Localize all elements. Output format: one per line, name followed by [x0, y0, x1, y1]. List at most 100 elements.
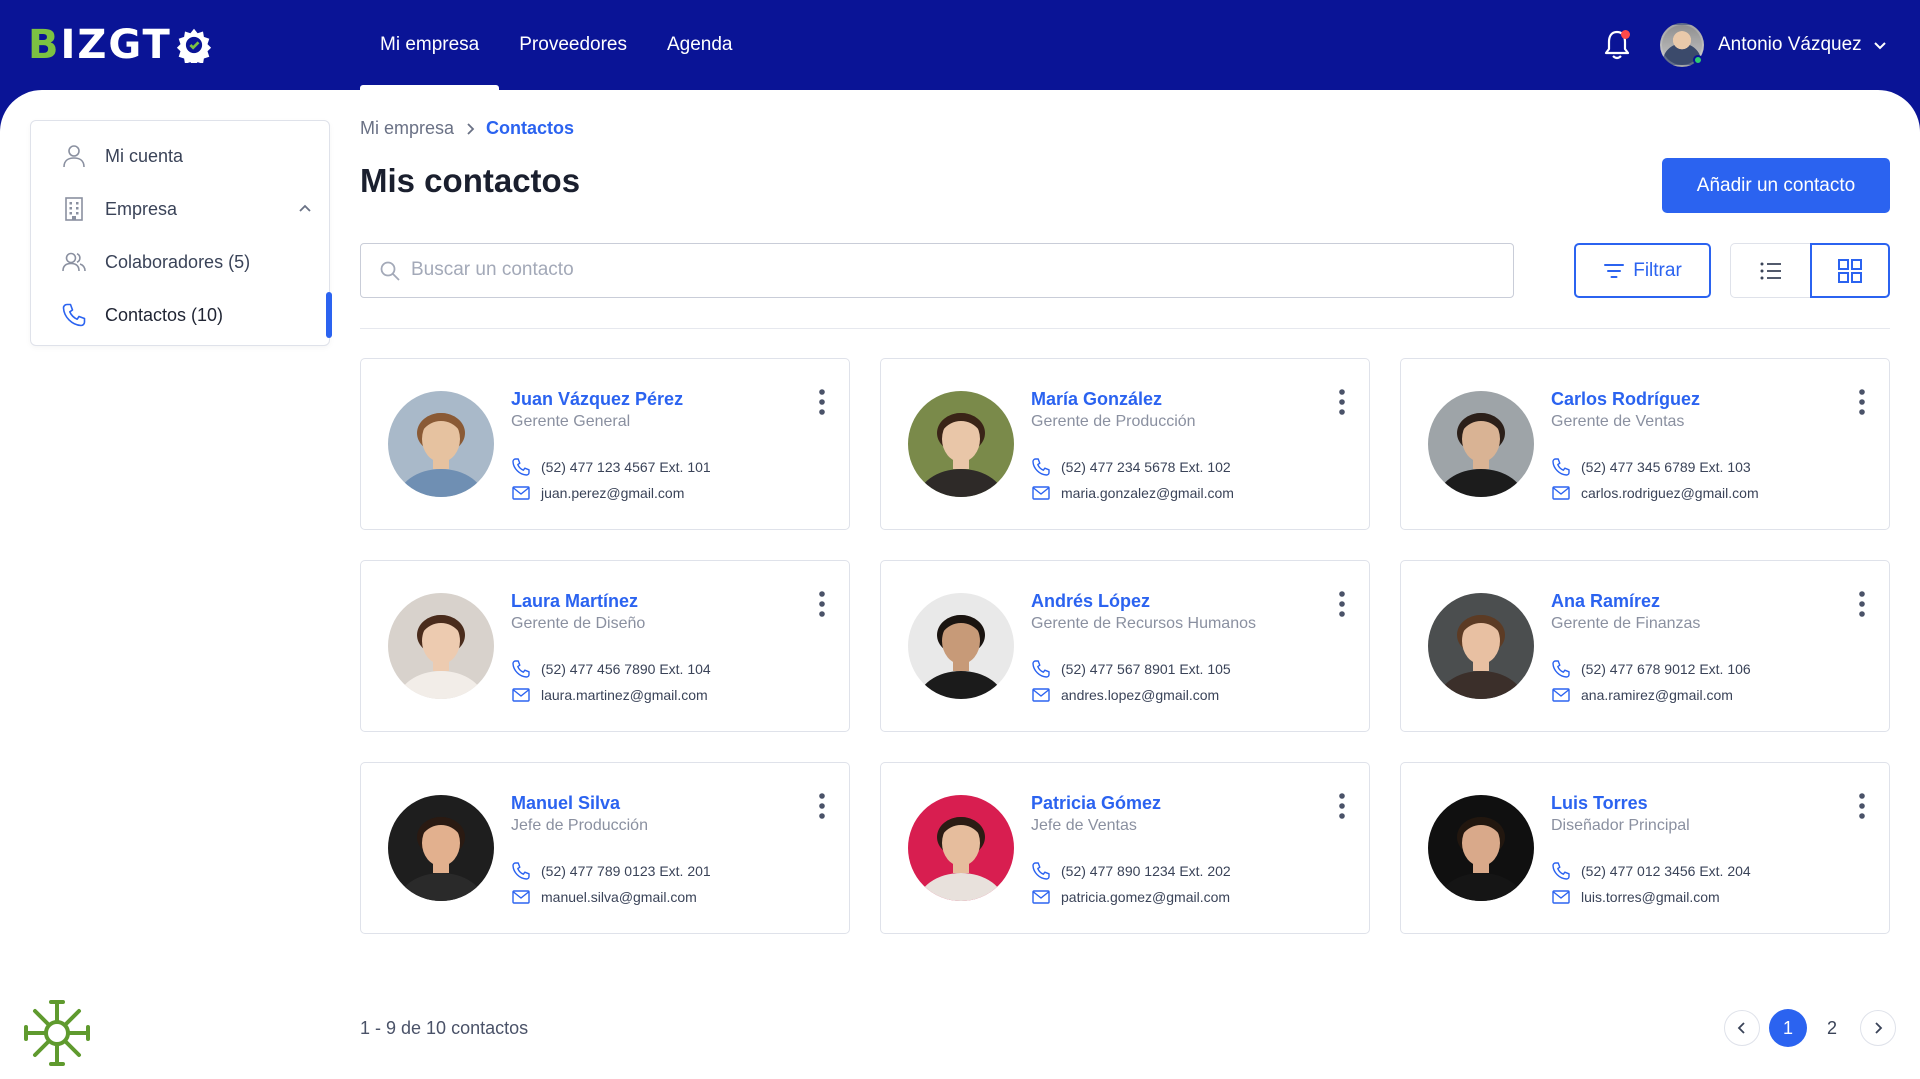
more-vertical-icon[interactable] [1857, 791, 1867, 821]
contact-email-text: carlos.rodriguez@gmail.com [1581, 485, 1759, 501]
contact-phone[interactable]: (52) 477 678 9012 Ext. 106 [1551, 659, 1751, 679]
page-2-button[interactable]: 2 [1813, 1009, 1851, 1047]
list-view-button[interactable] [1730, 243, 1810, 298]
contact-card[interactable]: Luis Torres Diseñador Principal (52) 477 0… [1400, 762, 1890, 934]
breadcrumb-parent[interactable]: Mi empresa [360, 118, 454, 139]
chevron-left-icon [1737, 1022, 1745, 1034]
contact-card[interactable]: Ana Ramírez Gerente de Finanzas (52) 477 6… [1400, 560, 1890, 732]
contact-photo [908, 593, 1014, 699]
contact-name[interactable]: Luis Torres [1551, 793, 1648, 814]
more-vertical-icon[interactable] [1337, 791, 1347, 821]
grid-view-button[interactable] [1810, 243, 1890, 298]
contact-card[interactable]: Patricia Gómez Jefe de Ventas (52) 477 890… [880, 762, 1370, 934]
phone-icon [512, 660, 530, 678]
sidebar-item-empresa[interactable]: Empresa [31, 184, 331, 234]
contact-email[interactable]: manuel.silva@gmail.com [511, 887, 697, 907]
contact-phone-text: (52) 477 567 8901 Ext. 105 [1061, 661, 1231, 677]
contact-role: Gerente de Producción [1031, 413, 1196, 430]
contact-phone[interactable]: (52) 477 012 3456 Ext. 204 [1551, 861, 1751, 881]
filter-button[interactable]: Filtrar [1574, 243, 1711, 298]
contact-email[interactable]: maria.gonzalez@gmail.com [1031, 483, 1234, 503]
mail-icon [512, 688, 530, 702]
contact-role: Diseñador Principal [1551, 817, 1690, 834]
mail-icon [1552, 890, 1570, 904]
contact-email[interactable]: ana.ramirez@gmail.com [1551, 685, 1733, 705]
contact-card[interactable]: Juan Vázquez Pérez Gerente General (52) 47… [360, 358, 850, 530]
mail-icon [1032, 486, 1050, 500]
contact-name[interactable]: Laura Martínez [511, 591, 638, 612]
search-input[interactable] [411, 244, 1501, 296]
search-box [360, 243, 1514, 298]
contact-phone[interactable]: (52) 477 890 1234 Ext. 202 [1031, 861, 1231, 881]
contact-name[interactable]: Juan Vázquez Pérez [511, 389, 683, 410]
bizgto-logo[interactable]: B IZGT [28, 22, 212, 68]
contact-name[interactable]: Ana Ramírez [1551, 591, 1660, 612]
prev-page-button[interactable] [1724, 1010, 1760, 1046]
contact-email[interactable]: juan.perez@gmail.com [511, 483, 684, 503]
page-1-button[interactable]: 1 [1769, 1009, 1807, 1047]
sidebar-item-label: Empresa [105, 198, 178, 219]
contact-email[interactable]: luis.torres@gmail.com [1551, 887, 1720, 907]
contact-name[interactable]: Manuel Silva [511, 793, 620, 814]
add-contact-button[interactable]: Añadir un contacto [1662, 158, 1890, 213]
contact-phone[interactable]: (52) 477 234 5678 Ext. 102 [1031, 457, 1231, 477]
contact-email-text: patricia.gomez@gmail.com [1061, 889, 1231, 905]
chevron-right-icon [467, 122, 475, 135]
user-menu[interactable]: Antonio Vázquez [1660, 22, 1888, 68]
contact-card[interactable]: Andrés López Gerente de Recursos Humanos (… [880, 560, 1370, 732]
more-vertical-icon[interactable] [817, 791, 827, 821]
page-title: Mis contactos [360, 162, 581, 199]
contact-phone[interactable]: (52) 477 123 4567 Ext. 101 [511, 457, 711, 477]
phone-icon [512, 458, 530, 476]
list-icon [1760, 262, 1781, 279]
phone-icon [512, 862, 530, 880]
contact-phone[interactable]: (52) 477 789 0123 Ext. 201 [511, 861, 711, 881]
contact-phone-text: (52) 477 890 1234 Ext. 202 [1061, 863, 1231, 879]
contact-photo [388, 391, 494, 497]
mail-icon [1032, 688, 1050, 702]
sidebar: Mi cuenta Empresa Colaboradores (5) Cont… [30, 120, 332, 346]
nav-item-mi-empresa[interactable]: Mi empresa [360, 0, 500, 90]
contact-photo [908, 391, 1014, 497]
next-page-button[interactable] [1860, 1010, 1896, 1046]
contact-email[interactable]: andres.lopez@gmail.com [1031, 685, 1219, 705]
sidebar-item-contactos[interactable]: Contactos (10) [31, 290, 332, 340]
contact-card[interactable]: Manuel Silva Jefe de Producción (52) 477 7… [360, 762, 850, 934]
phone-icon [1032, 458, 1050, 476]
phone-icon [1552, 458, 1570, 476]
notifications-button[interactable] [1602, 29, 1632, 61]
phone-icon [1032, 862, 1050, 880]
logo-letter-b: B [28, 22, 61, 68]
contact-phone[interactable]: (52) 477 345 6789 Ext. 103 [1551, 457, 1751, 477]
chevron-up-icon[interactable] [297, 201, 313, 217]
contact-phone[interactable]: (52) 477 456 7890 Ext. 104 [511, 659, 711, 679]
nav-item-proveedores[interactable]: Proveedores [499, 0, 647, 90]
chevron-right-icon [1875, 1022, 1883, 1034]
contact-card[interactable]: María González Gerente de Producción (52) … [880, 358, 1370, 530]
sidebar-item-mi-cuenta[interactable]: Mi cuenta [31, 131, 331, 181]
contact-name[interactable]: María González [1031, 389, 1162, 410]
contact-email[interactable]: patricia.gomez@gmail.com [1031, 887, 1230, 907]
sidebar-item-colaboradores[interactable]: Colaboradores (5) [31, 237, 331, 287]
contacts-grid: Juan Vázquez Pérez Gerente General (52) 47… [360, 358, 1890, 934]
contact-email[interactable]: carlos.rodriguez@gmail.com [1551, 483, 1759, 503]
breadcrumb-current: Contactos [486, 118, 575, 138]
contact-name[interactable]: Carlos Rodríguez [1551, 389, 1700, 410]
more-vertical-icon[interactable] [1857, 589, 1867, 619]
more-vertical-icon[interactable] [1337, 387, 1347, 417]
more-vertical-icon[interactable] [1857, 387, 1867, 417]
contact-card[interactable]: Laura Martínez Gerente de Diseño (52) 477 … [360, 560, 850, 732]
contact-phone-text: (52) 477 456 7890 Ext. 104 [541, 661, 711, 677]
more-vertical-icon[interactable] [1337, 589, 1347, 619]
more-vertical-icon[interactable] [817, 589, 827, 619]
contact-email-text: luis.torres@gmail.com [1581, 889, 1720, 905]
contact-email-text: laura.martinez@gmail.com [541, 687, 708, 703]
contact-card[interactable]: Carlos Rodríguez Gerente de Ventas (52) 47… [1400, 358, 1890, 530]
contact-email[interactable]: laura.martinez@gmail.com [511, 685, 708, 705]
more-vertical-icon[interactable] [817, 387, 827, 417]
contact-phone[interactable]: (52) 477 567 8901 Ext. 105 [1031, 659, 1231, 679]
nav-item-agenda[interactable]: Agenda [647, 0, 753, 90]
contact-name[interactable]: Andrés López [1031, 591, 1150, 612]
contact-email-text: manuel.silva@gmail.com [541, 889, 697, 905]
contact-name[interactable]: Patricia Gómez [1031, 793, 1161, 814]
